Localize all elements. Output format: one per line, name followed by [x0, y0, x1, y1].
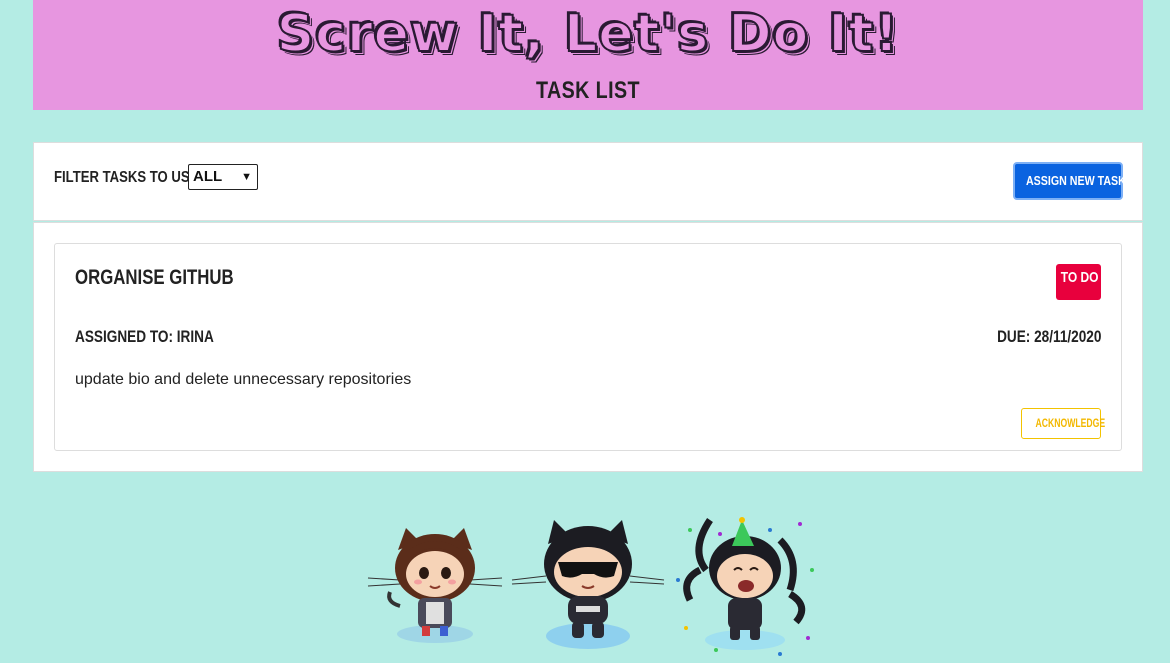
filter-bar: FILTER TASKS TO USER: ALL ▼ ASSIGN NEW T… — [33, 142, 1143, 221]
assign-new-task-button[interactable]: ASSIGN NEW TASK — [1013, 162, 1126, 200]
task-due-date: DUE: 28/11/2020 — [996, 327, 1101, 346]
octocat-party-icon — [676, 517, 814, 656]
acknowledge-button[interactable]: ACKNOWLEDGE — [1021, 408, 1105, 439]
task-assignee: ASSIGNED TO: IRINA — [75, 327, 214, 346]
filter-selected-value: ALL — [193, 168, 223, 185]
app-header: Screw It, Let's Do It! TASK LIST — [33, 0, 1143, 110]
status-badge: TO DO — [1056, 264, 1101, 300]
user-filter-select[interactable]: ALL ▼ — [188, 164, 258, 190]
octocat-girl-icon — [367, 528, 503, 643]
status-badge-label: TO DO — [1060, 269, 1099, 286]
page: Screw It, Let's Do It! TASK LIST FILTER … — [0, 0, 1170, 663]
mascots-illustration — [367, 517, 814, 656]
page-subtitle: TASK LIST — [536, 77, 640, 104]
octocat-sunglasses-icon — [511, 520, 665, 649]
task-title: ORGANISE GITHUB — [75, 266, 234, 289]
task-card: ORGANISE GITHUB TO DO ASSIGNED TO: IRINA… — [54, 243, 1122, 451]
acknowledge-label: ACKNOWLEDGE — [1035, 416, 1106, 430]
chevron-down-icon: ▼ — [241, 171, 252, 183]
assign-new-task-label: ASSIGN NEW TASK — [1025, 173, 1126, 188]
task-description: update bio and delete unnecessary reposi… — [75, 371, 412, 388]
app-title: Screw It, Let's Do It! — [276, 3, 900, 65]
task-list-panel: ORGANISE GITHUB TO DO ASSIGNED TO: IRINA… — [33, 222, 1143, 472]
